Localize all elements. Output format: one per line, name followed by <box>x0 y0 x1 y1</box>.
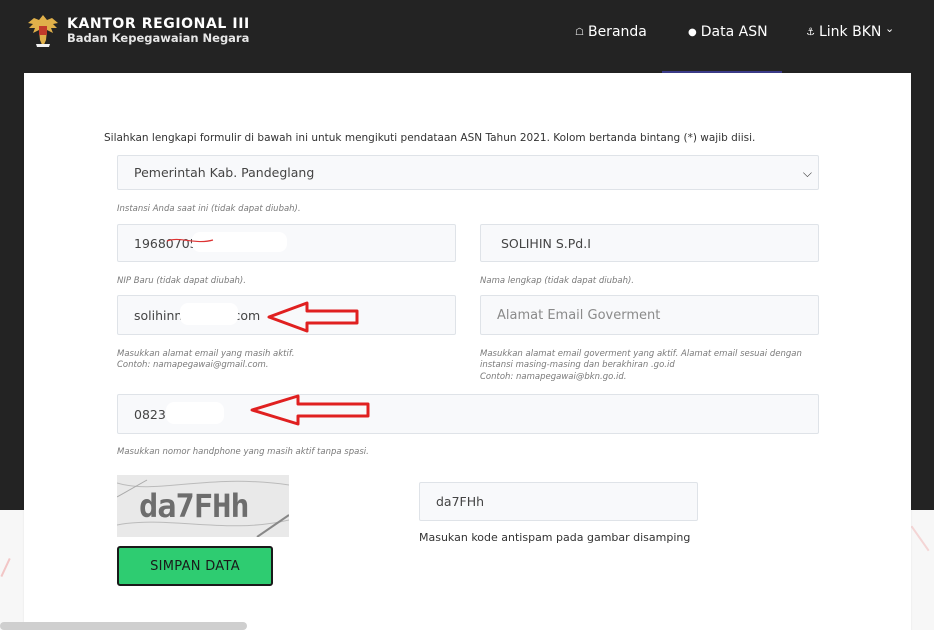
brand-title: KANTOR REGIONAL III <box>67 16 250 33</box>
home-icon: ☖ <box>575 26 584 38</box>
phone-help: Masukkan nomor handphone yang masih akti… <box>117 447 369 457</box>
brand[interactable]: KANTOR REGIONAL III Badan Kepegawaian Ne… <box>24 11 250 51</box>
user-icon: ● <box>688 26 697 38</box>
email-gov-help-example: Contoh: namapegawai@bkn.go.id. <box>480 371 627 382</box>
email-help-line: Masukkan alamat email yang masih aktif. <box>117 349 295 359</box>
nama-help: Nama lengkap (tidak dapat diubah). <box>480 276 634 286</box>
captcha-help: Masukan kode antispam pada gambar disamp… <box>419 531 691 544</box>
captcha-value: da7FHh <box>436 494 485 509</box>
instansi-value: Pemerintah Kab. Pandeglang <box>134 165 315 180</box>
instansi-select[interactable]: Pemerintah Kab. Pandeglang ⌵ <box>117 155 819 190</box>
email-help-example: Contoh: namapegawai@gmail.com. <box>117 360 269 371</box>
nav-beranda[interactable]: ☖ Beranda <box>575 22 647 42</box>
top-navbar: KANTOR REGIONAL III Badan Kepegawaian Ne… <box>0 0 934 73</box>
annotation-arrow-icon <box>250 394 370 426</box>
email-gov-placeholder: Alamat Email Goverment <box>497 307 661 323</box>
captcha-image: da7FHh <box>117 475 289 537</box>
annotation-arrow-icon <box>267 301 359 333</box>
redaction-scribble <box>166 238 214 243</box>
redaction-mask <box>166 402 224 424</box>
email-gov-help-line: Masukkan alamat email goverment yang akt… <box>480 349 802 359</box>
form-intro: Silahkan lengkapi formulir di bawah ini … <box>104 132 756 144</box>
email-gov-field[interactable]: Alamat Email Goverment <box>480 295 819 335</box>
anchor-icon: ⚓ <box>806 26 815 38</box>
email-gov-help-line: instansi masing-masing dan berakhiran .g… <box>480 360 675 371</box>
redaction-mask <box>180 303 238 325</box>
horizontal-scrollbar[interactable] <box>0 622 247 630</box>
save-button[interactable]: SIMPAN DATA <box>117 546 273 586</box>
chevron-down-icon[interactable]: ⌄ <box>885 22 894 35</box>
phone-value: 0823 <box>134 406 166 422</box>
nav-beranda-label: Beranda <box>587 24 647 40</box>
nav-link-bkn[interactable]: ⚓ Link BKN <box>806 22 881 42</box>
captcha-text: da7FHh <box>139 487 250 525</box>
chevron-down-icon: ⌵ <box>802 166 812 180</box>
nav-link-bkn-label: Link BKN <box>818 24 882 40</box>
email-gov-help: Masukkan alamat email goverment yang akt… <box>480 349 802 383</box>
brand-subtitle: Badan Kepegawaian Negara <box>67 31 250 46</box>
nav-data-asn-label: Data ASN <box>700 24 768 40</box>
nip-help: NIP Baru (tidak dapat diubah). <box>117 276 246 286</box>
nama-field[interactable]: SOLIHIN S.Pd.I <box>480 224 819 262</box>
nav-data-asn[interactable]: ● Data ASN <box>688 22 768 42</box>
instansi-help: Instansi Anda saat ini (tidak dapat diub… <box>117 204 301 214</box>
garuda-emblem-icon <box>28 15 58 47</box>
captcha-input[interactable]: da7FHh <box>419 482 698 521</box>
email-help: Masukkan alamat email yang masih aktif. … <box>117 349 294 372</box>
nama-value: SOLIHIN S.Pd.I <box>501 235 591 251</box>
